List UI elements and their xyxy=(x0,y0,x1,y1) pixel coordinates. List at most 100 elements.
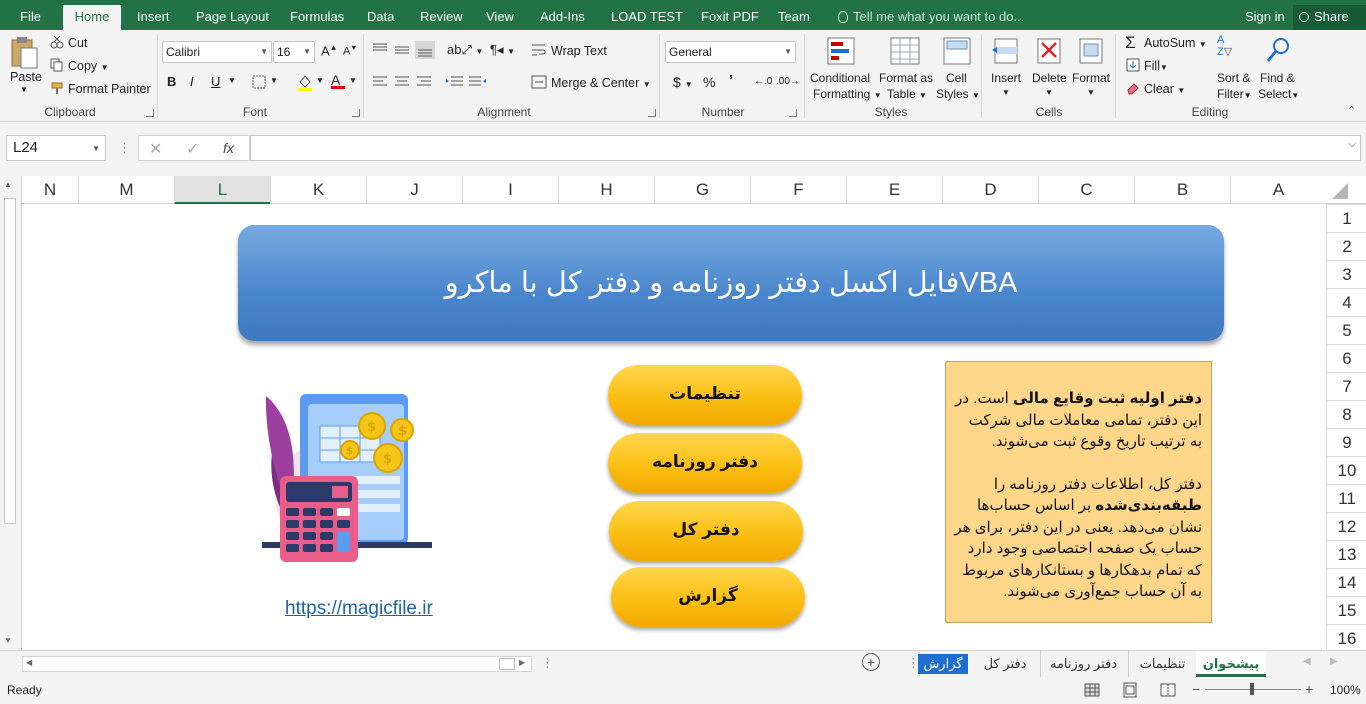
cell-styles-line2[interactable]: Styles ▼ xyxy=(936,87,980,101)
journal-button[interactable]: دفتر روزنامه xyxy=(608,433,802,493)
font-color-icon[interactable]: A xyxy=(331,72,345,89)
borders-icon[interactable] xyxy=(251,74,267,90)
font-size-select[interactable]: 16 ▼ xyxy=(273,41,315,63)
row-header[interactable]: 7 xyxy=(1327,372,1366,400)
row-header[interactable]: 4 xyxy=(1327,288,1366,316)
format-as-table-button[interactable]: Format as xyxy=(879,71,933,85)
horizontal-align-icons[interactable] xyxy=(371,74,435,90)
column-header[interactable]: N xyxy=(22,176,78,204)
orientation-icon[interactable]: ab⤢ ▼ xyxy=(447,42,483,58)
page-layout-view-icon[interactable] xyxy=(1122,682,1138,698)
fill-color-icon[interactable] xyxy=(296,73,314,91)
tab-addins[interactable]: Add-Ins xyxy=(540,0,585,30)
row-header[interactable]: 15 xyxy=(1327,596,1366,624)
autosum-button[interactable]: AutoSum ▼ xyxy=(1144,36,1207,50)
borders-dropdown[interactable]: ▼ xyxy=(270,76,278,85)
paste-button[interactable]: Paste xyxy=(10,70,42,84)
row-header[interactable]: 9 xyxy=(1327,428,1366,456)
fill-color-dropdown[interactable]: ▼ xyxy=(316,76,324,85)
column-header[interactable]: A xyxy=(1230,176,1326,204)
row-header[interactable]: 5 xyxy=(1327,316,1366,344)
row-header[interactable]: 16 xyxy=(1327,624,1366,650)
delete-cells-button[interactable]: Delete xyxy=(1032,71,1067,85)
underline-dropdown[interactable]: ▼ xyxy=(228,76,236,85)
paste-dropdown[interactable]: ▼ xyxy=(20,85,28,94)
percent-button[interactable]: % xyxy=(703,74,715,90)
wrap-text-button[interactable]: Wrap Text xyxy=(551,44,607,58)
settings-button[interactable]: تنظیمات xyxy=(608,365,802,425)
fill-button[interactable]: Fill▼ xyxy=(1144,59,1168,73)
sheet-tab-settings[interactable]: تنظیمات xyxy=(1128,651,1196,677)
cancel-icon[interactable]: ✕ xyxy=(149,139,162,159)
sign-in-link[interactable]: Sign in xyxy=(1245,0,1285,34)
cut-button[interactable]: Cut xyxy=(68,36,87,50)
scroll-thumb[interactable] xyxy=(4,198,16,524)
increase-decimal-icon[interactable]: ←.0 xyxy=(754,76,772,87)
column-header[interactable]: C xyxy=(1038,176,1134,204)
enter-icon[interactable]: ✓ xyxy=(186,139,199,159)
insert-cells-button[interactable]: Insert xyxy=(991,71,1021,85)
currency-button[interactable]: $ ▼ xyxy=(673,74,693,90)
delete-cells-dropdown[interactable]: ▼ xyxy=(1045,88,1053,97)
tab-view[interactable]: View xyxy=(486,0,514,30)
tab-file[interactable]: File xyxy=(20,0,41,30)
zoom-level[interactable]: 100% xyxy=(1330,683,1361,697)
sort-filter-button[interactable]: Sort & xyxy=(1217,71,1250,85)
collapse-ribbon-icon[interactable]: ⌃ xyxy=(1347,104,1356,117)
font-name-select[interactable]: Calibri ▼ xyxy=(162,41,272,63)
alignment-launcher-icon[interactable] xyxy=(648,109,656,117)
row-header[interactable]: 10 xyxy=(1327,456,1366,484)
next-sheet-icon[interactable]: ▶ xyxy=(1330,656,1338,667)
column-header[interactable]: I xyxy=(462,176,558,204)
underline-button[interactable]: U xyxy=(211,74,220,89)
tab-formulas[interactable]: Formulas xyxy=(290,0,344,30)
formula-input[interactable]: ⌵ xyxy=(250,135,1361,161)
text-direction-icon[interactable]: ¶◂ ▼ xyxy=(490,42,515,58)
format-cells-dropdown[interactable]: ▼ xyxy=(1087,88,1095,97)
vertical-align-icons[interactable] xyxy=(371,41,435,59)
normal-view-icon[interactable] xyxy=(1084,682,1100,698)
row-header[interactable]: 2 xyxy=(1327,232,1366,260)
tab-review[interactable]: Review xyxy=(420,0,463,30)
find-select-button[interactable]: Find & xyxy=(1260,71,1295,85)
h-scroll-thumb[interactable] xyxy=(499,658,515,670)
column-header[interactable]: M xyxy=(78,176,174,204)
row-header[interactable]: 3 xyxy=(1327,260,1366,288)
number-launcher-icon[interactable] xyxy=(789,109,797,117)
select-all-icon[interactable] xyxy=(1330,181,1350,201)
tab-foxit-pdf[interactable]: Foxit PDF xyxy=(701,0,759,30)
row-header[interactable]: 6 xyxy=(1327,344,1366,372)
share-button[interactable]: Share xyxy=(1293,5,1366,30)
horizontal-scrollbar[interactable]: ◀ ▶ xyxy=(22,656,532,672)
decrease-decimal-icon[interactable]: .00→ xyxy=(776,76,800,87)
tab-data[interactable]: Data xyxy=(367,0,394,30)
number-format-select[interactable]: General ▼ xyxy=(665,41,796,63)
copy-button[interactable]: Copy ▼ xyxy=(68,59,109,73)
sheet-tab-journal[interactable]: دفتر روزنامه xyxy=(1040,651,1126,677)
indent-icons[interactable] xyxy=(445,74,487,90)
website-link[interactable]: https://magicfile.ir xyxy=(285,598,433,620)
column-header[interactable]: H xyxy=(558,176,654,204)
row-header[interactable]: 13 xyxy=(1327,540,1366,568)
row-header[interactable]: 11 xyxy=(1327,484,1366,512)
format-cells-button[interactable]: Format xyxy=(1072,71,1110,85)
tab-insert[interactable]: Insert xyxy=(137,0,170,30)
zoom-out-icon[interactable]: − xyxy=(1192,681,1200,697)
scroll-up-icon[interactable]: ▲ xyxy=(4,180,12,189)
clipboard-launcher-icon[interactable] xyxy=(146,109,154,117)
tab-load-test[interactable]: LOAD TEST xyxy=(611,0,683,30)
vertical-scrollbar[interactable]: ▲ ▼ xyxy=(0,176,22,650)
tell-me-search[interactable]: Tell me what you want to do... xyxy=(838,0,1024,30)
page-break-view-icon[interactable] xyxy=(1160,682,1176,698)
font-launcher-icon[interactable] xyxy=(352,109,360,117)
sheet-tab-dashboard[interactable]: پیشخوان xyxy=(1196,651,1266,677)
bold-button[interactable]: B xyxy=(167,74,176,89)
format-painter-button[interactable]: Format Painter xyxy=(68,82,151,96)
zoom-slider-thumb[interactable] xyxy=(1250,683,1254,695)
scroll-right-icon[interactable]: ▶ xyxy=(519,658,525,667)
cell-styles-button[interactable]: Cell xyxy=(946,71,967,85)
conditional-formatting-button[interactable]: Conditional xyxy=(810,71,870,85)
row-header[interactable]: 8 xyxy=(1327,400,1366,428)
column-header[interactable]: K xyxy=(270,176,366,204)
row-header[interactable]: 14 xyxy=(1327,568,1366,596)
